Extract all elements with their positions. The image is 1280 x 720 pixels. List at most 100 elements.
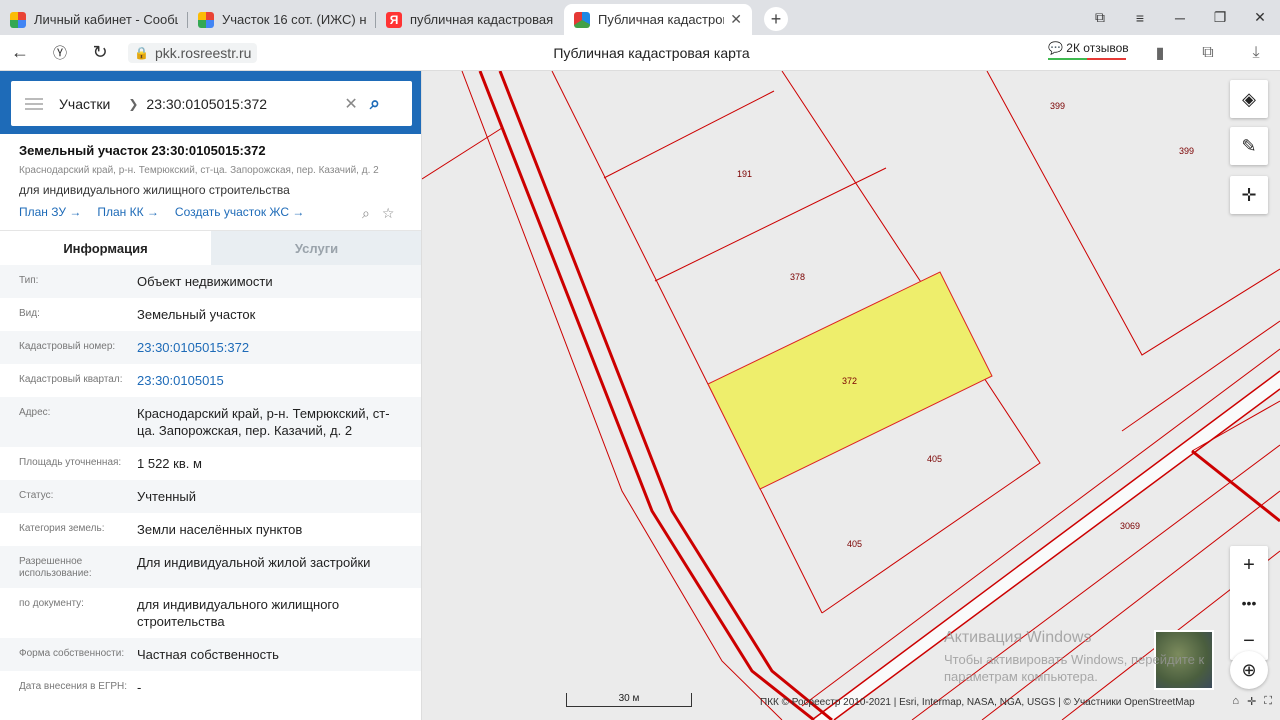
download-icon[interactable]: ⤓: [1232, 44, 1280, 62]
browser-tab-active[interactable]: Публичная кадастровая ✕: [564, 4, 752, 35]
attr-value: Для индивидуальной жилой застройки: [137, 555, 371, 570]
tab-information[interactable]: Информация: [0, 231, 211, 265]
create-parcel-link[interactable]: Создать участок ЖС →: [175, 205, 304, 219]
search-type[interactable]: Участки: [59, 96, 110, 112]
attribution-icons: ⌂ ✛ ⛶: [1232, 695, 1272, 708]
multicolor-icon: [10, 11, 26, 28]
address-bar: ← Ⓨ ↻ 🔒 pkk.rosreestr.ru Публичная кадас…: [0, 35, 1280, 71]
attr-key: Площадь уточненная:: [19, 457, 122, 468]
attr-row: Форма собственности: Частная собственност…: [0, 638, 421, 671]
attr-value: Земли населённых пунктов: [137, 522, 303, 537]
rating-bar: [1048, 58, 1126, 60]
search-input[interactable]: [146, 95, 337, 112]
parcel-372[interactable]: [707, 271, 993, 490]
multicolor-icon: [198, 11, 214, 28]
pkk-icon: [574, 11, 590, 28]
bookmarks-icon[interactable]: ⧉: [1080, 9, 1120, 26]
ruler-icon[interactable]: ✎: [1230, 127, 1268, 165]
clear-icon[interactable]: ✕: [344, 94, 357, 114]
cadastral-number-link[interactable]: 23:30:0105015:372: [137, 339, 407, 356]
attr-value: для индивидуального жилищного строительс…: [137, 597, 340, 629]
fullscreen-icon[interactable]: ⛶: [1264, 695, 1272, 708]
window-controls: ⧉ ≡ ─ ❐ ✕: [1080, 0, 1280, 35]
map-canvas: [422, 71, 1280, 720]
attr-value: Объект недвижимости: [137, 274, 273, 289]
attr-value: Краснодарский край, р-н. Темрюкский, ст-…: [137, 406, 390, 438]
yandex-logo-icon[interactable]: Ⓨ: [40, 43, 80, 63]
attr-key: Тип:: [19, 275, 39, 286]
address-actions: ▮ ⧉ ⤓: [1136, 35, 1280, 71]
restore-icon[interactable]: ❐: [1200, 9, 1240, 26]
more-icon[interactable]: •••: [1230, 584, 1268, 622]
star-icon[interactable]: ☆: [382, 205, 395, 222]
attr-row: Дата внесения в ЕГРН: -: [0, 671, 421, 704]
cadastral-map[interactable]: 399 399 191 378 372 405 405 3069 ◈ ✎ ✛ +…: [422, 71, 1280, 720]
locate-small-icon[interactable]: ✛: [1247, 695, 1256, 708]
close-icon[interactable]: ✕: [730, 11, 742, 28]
attr-key: Разрешенное использование:: [19, 556, 92, 579]
compass-icon[interactable]: ⊕: [1230, 651, 1268, 689]
locate-icon[interactable]: ✛: [1230, 176, 1268, 214]
layers-icon[interactable]: ◈: [1230, 80, 1268, 118]
search-box: Участки ❯ ✕ ⌕: [11, 81, 412, 126]
tab-title: Участок 16 сот. (ИЖС) на г: [222, 12, 366, 27]
tab-services[interactable]: Услуги: [211, 231, 421, 265]
attr-key: Кадастровый квартал:: [19, 374, 123, 385]
browser-tab[interactable]: Участок 16 сот. (ИЖС) на г: [188, 4, 376, 35]
menu-icon[interactable]: [25, 97, 43, 110]
attr-key: Вид:: [19, 308, 40, 319]
attr-value: 1 522 кв. м: [137, 456, 202, 471]
attr-row: Адрес: Краснодарский край, р-н. Темрюкски…: [0, 397, 421, 447]
yandex-icon: Я: [386, 11, 402, 28]
attr-row: Площадь уточненная: 1 522 кв. м: [0, 447, 421, 480]
lock-icon: 🔒: [134, 45, 149, 60]
attr-key: по документу:: [19, 598, 84, 609]
back-icon[interactable]: ←: [0, 42, 40, 63]
plan-zu-link[interactable]: План ЗУ →: [19, 205, 81, 219]
zoom-in-button[interactable]: +: [1230, 546, 1268, 584]
new-tab-button[interactable]: +: [764, 7, 788, 31]
reload-icon[interactable]: ↻: [80, 42, 120, 63]
attr-row: Кадастровый номер: 23:30:0105015:372: [0, 331, 421, 364]
url-text: pkk.rosreestr.ru: [154, 44, 252, 61]
attr-row: Кадастровый квартал: 23:30:0105015: [0, 364, 421, 397]
attr-row: Статус: Учтенный: [0, 480, 421, 513]
browser-tabbar: Личный кабинет - Сообщ Участок 16 сот. (…: [0, 0, 1280, 35]
object-actions: ⌕ ☆: [362, 205, 394, 222]
info-tabs: Информация Услуги: [0, 230, 421, 265]
attr-value: Земельный участок: [137, 307, 256, 322]
attr-value: -: [137, 680, 142, 695]
attr-key: Форма собственности:: [19, 648, 125, 659]
search-map-icon[interactable]: ⌕: [362, 205, 370, 222]
home-icon[interactable]: ⌂: [1232, 695, 1239, 708]
browser-tab[interactable]: Личный кабинет - Сообщ: [0, 4, 188, 35]
url-field[interactable]: 🔒 pkk.rosreestr.ru: [128, 42, 258, 63]
attr-key: Категория земель:: [19, 523, 105, 534]
attr-value: Учтенный: [137, 489, 197, 504]
menu-icon[interactable]: ≡: [1120, 10, 1160, 26]
object-title: Земельный участок 23:30:0105015:372: [19, 143, 266, 158]
bookmark-icon[interactable]: ▮: [1136, 43, 1184, 63]
tab-title: публичная кадастровая к: [410, 12, 554, 27]
close-window-icon[interactable]: ✕: [1240, 9, 1280, 26]
map-attribution: ПКК © Росреестр 2010-2021 | Esri, Interm…: [760, 697, 1195, 708]
activation-title: Активация Windows: [944, 629, 1092, 646]
plan-kk-link[interactable]: План КК →: [97, 205, 159, 219]
minimize-icon[interactable]: ─: [1160, 10, 1200, 26]
attributes-list: Тип: Объект недвижимости Вид: Земельный уч…: [0, 265, 421, 704]
attr-row: по документу: для индивидуального жилищно…: [0, 588, 421, 638]
info-panel: Участки ❯ ✕ ⌕ Земельный участок 23:30:01…: [0, 71, 422, 720]
activation-text: Чтобы активировать Windows, перейдите к …: [944, 652, 1205, 684]
reviews-button[interactable]: 💬 2К отзывов: [1048, 41, 1129, 60]
attr-key: Статус:: [19, 490, 54, 501]
tab-title: Личный кабинет - Сообщ: [34, 12, 178, 27]
attr-value: Частная собственность: [137, 647, 279, 662]
object-address: Краснодарский край, р-н. Темрюкский, ст-…: [19, 165, 379, 176]
search-icon[interactable]: ⌕: [370, 93, 380, 114]
cadastral-block-link[interactable]: 23:30:0105015: [137, 372, 407, 389]
reviews-label: 2К отзывов: [1066, 41, 1129, 55]
zoom-controls: + ••• −: [1230, 546, 1268, 660]
browser-tab[interactable]: Я публичная кадастровая к: [376, 4, 564, 35]
chevron-down-icon[interactable]: ❯: [128, 97, 138, 111]
collections-icon[interactable]: ⧉: [1184, 44, 1232, 62]
